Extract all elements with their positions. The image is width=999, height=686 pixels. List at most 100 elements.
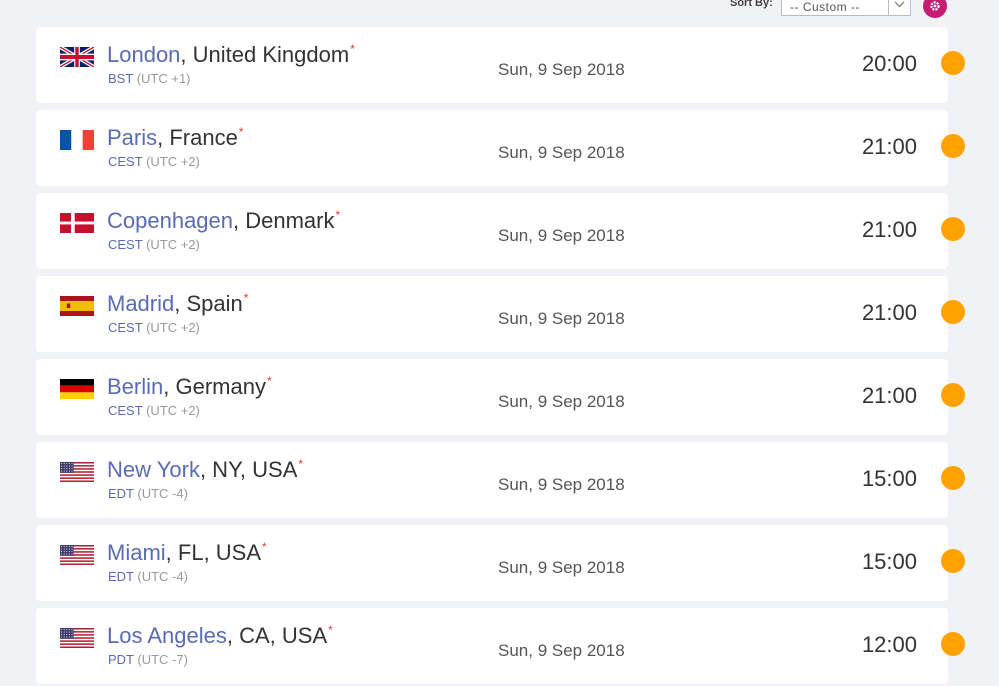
asterisk-marker: * (266, 374, 272, 388)
location-name: Madrid, Spain* (107, 291, 248, 317)
sort-bar: Sort By: -- Custom -- (0, 0, 999, 22)
city-link[interactable]: Madrid (107, 291, 174, 316)
utc-offset: (UTC -7) (137, 652, 188, 667)
local-date: Sun, 9 Sep 2018 (498, 475, 625, 494)
timezone-info: CEST (UTC +2) (108, 154, 200, 169)
local-time: 21:00 (861, 217, 917, 242)
city-row: New York, NY, USA* EDT (UTC -4) Sun, 9 Sep… (36, 442, 948, 518)
city-link[interactable]: Paris (107, 125, 157, 150)
location-name: London, United Kingdom* (107, 42, 355, 68)
timezone-abbreviation[interactable]: BST (108, 71, 133, 86)
city-row: Los Angeles, CA, USA* PDT (UTC -7) Sun, 9 … (36, 608, 948, 684)
local-date: Sun, 9 Sep 2018 (498, 392, 625, 411)
local-time: 20:00 (861, 51, 917, 76)
chevron-down-icon[interactable] (888, 0, 910, 15)
location-name: Berlin, Germany* (107, 374, 272, 400)
country-name: , FL, USA (165, 540, 262, 565)
city-row: Paris, France* CEST (UTC +2) Sun, 9 Sep 20… (36, 110, 948, 186)
city-row: Copenhagen, Denmark* CEST (UTC +2) Sun, 9 … (36, 193, 948, 269)
asterisk-marker: * (350, 42, 355, 56)
city-link[interactable]: Copenhagen (107, 208, 233, 233)
local-date: Sun, 9 Sep 2018 (498, 641, 625, 660)
asterisk-marker: * (243, 291, 249, 305)
france-flag-icon (60, 130, 94, 150)
settings-button[interactable] (923, 0, 947, 18)
local-date: Sun, 9 Sep 2018 (498, 143, 625, 162)
asterisk-marker: * (298, 457, 304, 471)
local-time: 15:00 (861, 549, 917, 574)
timezone-info: CEST (UTC +2) (108, 320, 200, 335)
spain-flag-icon (60, 296, 94, 316)
asterisk-marker: * (335, 208, 341, 222)
usa-flag-icon (60, 545, 94, 565)
usa-flag-icon (60, 462, 94, 482)
timezone-abbreviation[interactable]: CEST (108, 237, 142, 252)
location-name: New York, NY, USA* (107, 457, 303, 483)
city-link[interactable]: Miami (107, 540, 166, 565)
country-name: , CA, USA (226, 623, 328, 648)
city-row: Berlin, Germany* CEST (UTC +2) Sun, 9 Sep … (36, 359, 948, 435)
timezone-abbreviation[interactable]: EDT (108, 486, 134, 501)
asterisk-marker: * (238, 125, 244, 139)
sort-selected-value: -- Custom -- (790, 0, 860, 14)
sun-icon (941, 549, 965, 573)
city-link[interactable]: New York (107, 457, 200, 482)
timezone-info: CEST (UTC +2) (108, 237, 200, 252)
city-row: Madrid, Spain* CEST (UTC +2) Sun, 9 Sep 20… (36, 276, 948, 352)
local-date: Sun, 9 Sep 2018 (498, 558, 625, 577)
sort-label: Sort By: (730, 0, 773, 9)
country-name: , Denmark (233, 208, 335, 233)
timezone-abbreviation[interactable]: CEST (108, 154, 142, 169)
timezone-info: PDT (UTC -7) (108, 652, 188, 667)
country-name: , United Kingdom (180, 42, 350, 67)
sun-icon (941, 134, 965, 158)
uk-flag-icon (60, 47, 94, 67)
utc-offset: (UTC +2) (146, 403, 200, 418)
country-name: , Spain (174, 291, 243, 316)
city-link[interactable]: Berlin (107, 374, 163, 399)
sun-icon (941, 300, 965, 324)
sun-icon (941, 217, 965, 241)
country-name: , NY, USA (199, 457, 298, 482)
usa-flag-icon (60, 628, 94, 648)
gear-icon (930, 1, 940, 11)
local-date: Sun, 9 Sep 2018 (498, 60, 625, 79)
location-name: Paris, France* (107, 125, 244, 151)
city-link[interactable]: Los Angeles (107, 623, 227, 648)
sun-icon (941, 383, 965, 407)
country-name: , France (157, 125, 238, 150)
utc-offset: (UTC +1) (136, 71, 191, 86)
timezone-info: EDT (UTC -4) (108, 569, 188, 584)
timezone-abbreviation[interactable]: PDT (108, 652, 134, 667)
local-time: 21:00 (861, 383, 917, 408)
local-date: Sun, 9 Sep 2018 (498, 226, 625, 245)
local-time: 15:00 (861, 466, 917, 491)
location-name: Miami, FL, USA* (107, 540, 267, 566)
utc-offset: (UTC +2) (146, 320, 200, 335)
local-time: 12:00 (861, 632, 917, 657)
timezone-abbreviation[interactable]: CEST (108, 320, 142, 335)
local-time: 21:00 (861, 300, 917, 325)
sort-select[interactable]: -- Custom -- (781, 0, 911, 16)
country-name: , Germany (163, 374, 266, 399)
utc-offset: (UTC -4) (137, 569, 188, 584)
local-time: 21:00 (861, 134, 917, 159)
sun-icon (941, 466, 965, 490)
location-name: Copenhagen, Denmark* (107, 208, 340, 234)
timezone-info: EDT (UTC -4) (108, 486, 188, 501)
city-row: Miami, FL, USA* EDT (UTC -4) Sun, 9 Sep 20… (36, 525, 948, 601)
germany-flag-icon (60, 379, 94, 399)
utc-offset: (UTC +2) (146, 237, 200, 252)
location-name: Los Angeles, CA, USA* (107, 623, 333, 649)
city-row: London, United Kingdom* BST (UTC +1) Sun, … (36, 27, 948, 103)
asterisk-marker: * (262, 540, 267, 554)
timezone-abbreviation[interactable]: EDT (108, 569, 134, 584)
local-date: Sun, 9 Sep 2018 (498, 309, 625, 328)
timezone-abbreviation[interactable]: CEST (108, 403, 142, 418)
timezone-info: BST (UTC +1) (108, 71, 191, 86)
sun-icon (941, 51, 965, 75)
utc-offset: (UTC -4) (137, 486, 188, 501)
sun-icon (941, 632, 965, 656)
utc-offset: (UTC +2) (146, 154, 200, 169)
city-link[interactable]: London (107, 42, 180, 67)
